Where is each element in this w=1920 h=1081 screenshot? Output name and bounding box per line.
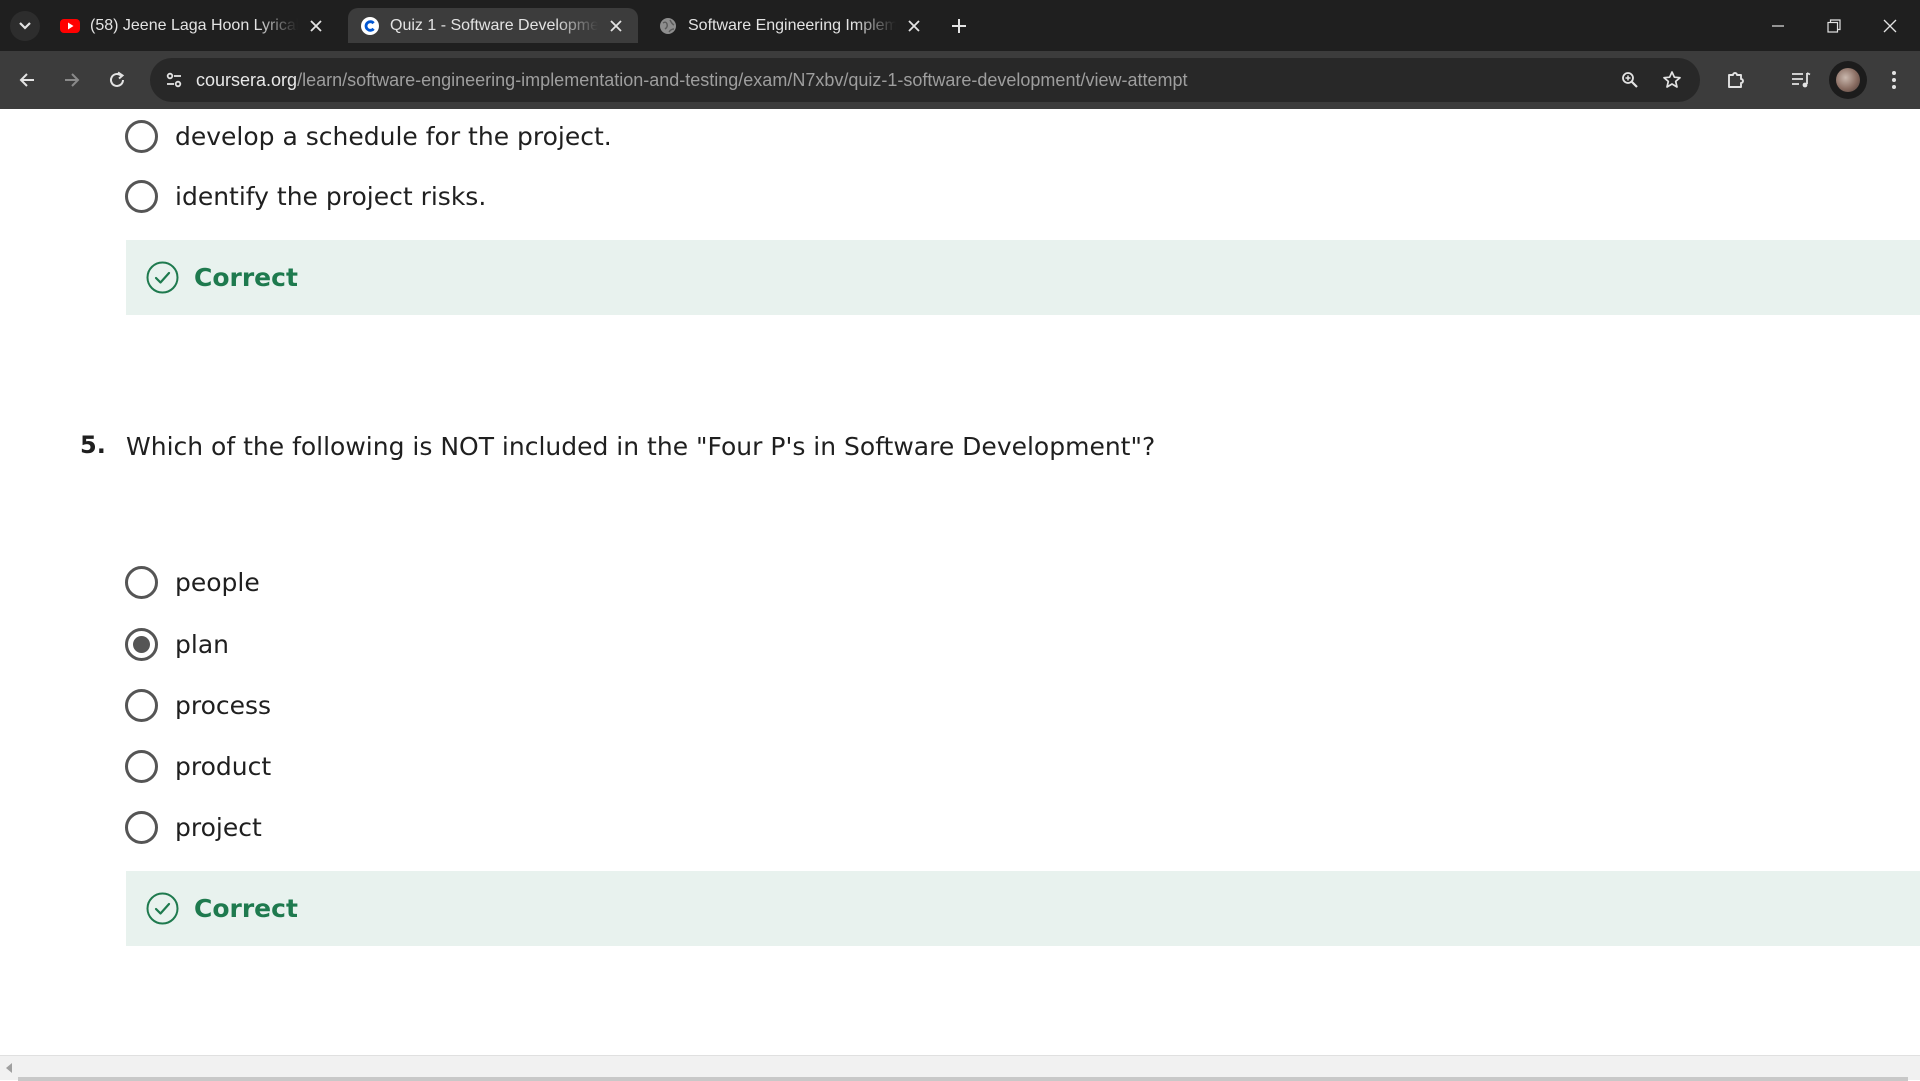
globe-icon xyxy=(658,16,678,36)
tune-icon xyxy=(166,72,182,88)
arrow-right-icon xyxy=(65,73,80,87)
radio-button[interactable] xyxy=(125,179,158,213)
answer-option[interactable]: develop a schedule for the project. xyxy=(125,118,612,154)
close-tab-icon[interactable] xyxy=(904,16,924,36)
url-text[interactable]: coursera.org/learn/software-engineering-… xyxy=(196,70,1187,91)
answer-option-product[interactable]: product xyxy=(125,748,271,784)
answer-option-plan[interactable]: plan xyxy=(125,626,229,662)
radio-button[interactable] xyxy=(125,688,158,722)
question-text: Which of the following is NOT included i… xyxy=(126,432,1156,461)
answer-option-people[interactable]: people xyxy=(125,564,260,600)
arrow-left-icon xyxy=(19,73,34,87)
close-window-button[interactable] xyxy=(1862,0,1918,51)
extensions-button[interactable] xyxy=(1720,64,1752,96)
tab-youtube[interactable]: (58) Jeene Laga Hoon Lyrical - R xyxy=(48,8,338,43)
browser-toolbar: coursera.org/learn/software-engineering-… xyxy=(0,51,1920,109)
question-number: 5. xyxy=(80,431,106,459)
reload-button[interactable] xyxy=(101,64,133,96)
star-icon xyxy=(1663,71,1681,88)
horizontal-scrollbar[interactable] xyxy=(0,1055,1920,1081)
url-domain: coursera.org xyxy=(196,70,298,90)
tab-software-engineering[interactable]: Software Engineering Implemen xyxy=(646,8,936,43)
feedback-text: Correct xyxy=(194,263,298,292)
answer-option[interactable]: identify the project risks. xyxy=(125,178,486,214)
option-label: product xyxy=(175,751,272,781)
check-circle-icon xyxy=(146,261,179,294)
tab-strip: (58) Jeene Laga Hoon Lyrical - R Quiz 1 … xyxy=(0,0,1920,51)
radio-button[interactable] xyxy=(125,119,158,153)
option-label: plan xyxy=(175,629,229,659)
tab-title: Quiz 1 - Software Development xyxy=(390,16,598,34)
kebab-menu-icon xyxy=(1892,71,1896,89)
plus-icon xyxy=(952,19,966,33)
answer-option-process[interactable]: process xyxy=(125,687,271,723)
radio-button[interactable] xyxy=(125,565,158,599)
reload-icon xyxy=(110,71,125,87)
radio-button[interactable] xyxy=(125,749,158,783)
option-label: people xyxy=(175,567,260,597)
radio-dot xyxy=(133,635,150,653)
playlist-music-icon xyxy=(1792,72,1811,88)
close-tab-icon[interactable] xyxy=(606,16,626,36)
tab-search-button[interactable] xyxy=(10,11,40,41)
restore-icon xyxy=(1827,18,1841,33)
avatar-image xyxy=(1836,68,1860,92)
tab-title: Software Engineering Implemen xyxy=(688,16,896,34)
puzzle-icon xyxy=(1728,72,1744,88)
tab-title: (58) Jeene Laga Hoon Lyrical - R xyxy=(90,16,298,34)
minimize-icon xyxy=(1772,24,1784,27)
chevron-down-icon xyxy=(19,22,31,30)
minimize-button[interactable] xyxy=(1750,0,1806,51)
browser-menu-button[interactable] xyxy=(1878,64,1910,96)
option-label: project xyxy=(175,812,262,842)
back-button[interactable] xyxy=(11,64,43,96)
option-label: identify the project risks. xyxy=(175,181,487,211)
option-label: develop a schedule for the project. xyxy=(175,121,612,151)
option-label: process xyxy=(175,690,272,720)
address-bar[interactable]: coursera.org/learn/software-engineering-… xyxy=(150,58,1700,102)
scrollbar-thumb[interactable] xyxy=(18,1077,1908,1081)
youtube-icon xyxy=(60,16,80,36)
tab-quiz[interactable]: Quiz 1 - Software Development xyxy=(348,8,638,43)
zoom-icon xyxy=(1622,72,1638,88)
feedback-correct-banner: Correct xyxy=(126,240,1920,315)
feedback-correct-banner: Correct xyxy=(126,871,1920,946)
radio-button[interactable] xyxy=(125,810,158,844)
profile-avatar[interactable] xyxy=(1829,61,1867,99)
forward-button[interactable] xyxy=(56,64,88,96)
restore-button[interactable] xyxy=(1806,0,1862,51)
close-tab-icon[interactable] xyxy=(306,16,326,36)
close-icon xyxy=(1883,19,1897,32)
check-circle-icon xyxy=(146,892,179,925)
new-tab-button[interactable] xyxy=(944,11,974,41)
scroll-left-icon[interactable] xyxy=(6,1063,12,1073)
radio-button-selected[interactable] xyxy=(125,627,158,661)
feedback-text: Correct xyxy=(194,894,298,923)
coursera-icon xyxy=(360,16,380,36)
quiz-attempt-content: develop a schedule for the project. iden… xyxy=(0,109,1920,1055)
site-info-button[interactable] xyxy=(158,64,190,96)
zoom-button[interactable] xyxy=(1616,66,1644,94)
answer-option-project[interactable]: project xyxy=(125,809,262,845)
media-control-button[interactable] xyxy=(1785,64,1817,96)
bookmark-button[interactable] xyxy=(1658,66,1686,94)
url-path: /learn/software-engineering-implementati… xyxy=(297,70,1188,90)
